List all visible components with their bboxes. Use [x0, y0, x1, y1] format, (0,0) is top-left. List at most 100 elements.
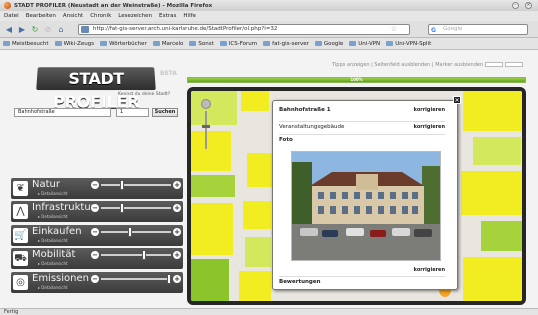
bookmark-star-icon[interactable]: ☆	[391, 25, 397, 34]
folder-icon	[54, 41, 62, 46]
criterion-2: 🛒 Einkaufen ▸ Detailansicht − +	[11, 225, 183, 246]
slider-track[interactable]	[101, 231, 171, 233]
korrigieren-link[interactable]: korrigieren	[414, 267, 445, 273]
forward-icon[interactable]: ▶	[17, 25, 27, 34]
bookmark-label: Google	[323, 40, 344, 47]
search-input[interactable]: G Google	[428, 24, 528, 35]
plus-icon[interactable]: +	[173, 251, 181, 259]
bookmark-label: ICS-Forum	[228, 40, 258, 47]
bookmark-meistbesucht[interactable]: Meistbesucht	[3, 41, 49, 47]
slider-thumb[interactable]	[166, 274, 171, 284]
criterion-1: ⋀ Infrastruktur ▸ Detailansicht − +	[11, 201, 183, 222]
leaf-icon: ❦	[13, 181, 28, 196]
beta-label: BETA	[160, 70, 177, 77]
menu-bookmarks[interactable]: Lesezeichen	[118, 13, 152, 19]
slider-thumb[interactable]	[128, 227, 133, 237]
menu-view[interactable]: Ansicht	[63, 13, 83, 19]
close-window-button[interactable]: ×	[525, 2, 532, 9]
weight-slider[interactable]: − +	[91, 274, 181, 284]
menu-tools[interactable]: Extras	[159, 13, 176, 19]
menu-history[interactable]: Chronik	[90, 13, 111, 19]
weight-slider[interactable]: − +	[91, 203, 181, 213]
slider-thumb[interactable]	[120, 180, 124, 190]
cart-icon: 🛒	[13, 228, 28, 243]
reload-icon[interactable]: ↻	[30, 25, 40, 34]
street-input[interactable]: Bahnhofstraße	[14, 108, 111, 117]
detail-link[interactable]: ▸ Detailansicht	[38, 191, 68, 196]
minus-icon[interactable]: −	[91, 181, 99, 189]
pan-rose-icon[interactable]	[201, 99, 211, 109]
minimize-button[interactable]: –	[512, 2, 519, 9]
bookmark-label: Wörterbücher	[109, 40, 147, 47]
weight-slider[interactable]: − +	[91, 250, 181, 260]
detail-link[interactable]: ▸ Detailansicht	[38, 261, 68, 266]
menu-file[interactable]: Datei	[4, 13, 19, 19]
slider-track[interactable]	[101, 254, 171, 256]
popup-foto-label: Foto	[279, 134, 445, 143]
search-button[interactable]: Suchen	[152, 108, 178, 117]
bookmark-uni-vpn[interactable]: Uni-VPN	[349, 41, 380, 47]
bookmarks-toolbar: Meistbesucht Wiki-Zeugs Wörterbücher Mar…	[0, 38, 538, 50]
detail-link[interactable]: ▸ Detailansicht	[38, 238, 68, 243]
close-icon[interactable]: ✕	[453, 96, 461, 104]
slider-track[interactable]	[101, 184, 171, 186]
detail-link[interactable]: ▸ Detailansicht	[38, 285, 68, 290]
menu-edit[interactable]: Bearbeiten	[26, 13, 56, 19]
photo-svg	[292, 152, 440, 260]
weight-slider[interactable]: − +	[91, 180, 181, 190]
slider-thumb[interactable]	[142, 250, 147, 260]
menu-help[interactable]: Hilfe	[183, 13, 196, 19]
weight-slider[interactable]: − +	[91, 227, 181, 237]
toggle-box[interactable]	[505, 62, 524, 67]
plus-icon[interactable]: +	[173, 204, 181, 212]
search-placeholder: Google	[443, 26, 463, 32]
bookmark-sonst[interactable]: Sonst	[189, 41, 214, 47]
zoom-slider-track[interactable]	[205, 111, 207, 149]
folder-icon	[349, 41, 357, 46]
bookmark-label: Wiki-Zeugs	[63, 40, 95, 47]
korrigieren-link[interactable]: korrigieren	[414, 124, 445, 130]
bookmark-google[interactable]: Google	[314, 40, 344, 47]
bookmark-wiki-zeugs[interactable]: Wiki-Zeugs	[54, 40, 95, 47]
map-view[interactable]: Bahnhofstraße 1 korrigieren Veranstaltun…	[187, 87, 526, 305]
status-bar: Fertig	[0, 308, 538, 315]
bookmark-marcelo[interactable]: Marcelo	[152, 41, 183, 47]
bookmark-label: Uni-VPN-Split	[395, 40, 432, 47]
zoom-slider-knob[interactable]	[202, 125, 210, 128]
plus-icon[interactable]: +	[173, 275, 181, 283]
road-icon: ⋀	[13, 204, 28, 219]
stop-icon[interactable]: ⊘	[43, 25, 53, 34]
slider-track[interactable]	[101, 207, 171, 209]
window-titlebar: STADT PROFILER (Neustadt an der Weinstra…	[0, 0, 538, 11]
minus-icon[interactable]: −	[91, 275, 99, 283]
toggle-box[interactable]	[485, 62, 504, 67]
bookmark-ics-forum[interactable]: ICS-Forum	[219, 40, 258, 47]
popup-bewertungen-label: Bewertungen	[279, 279, 321, 285]
site-icon	[81, 26, 89, 33]
house-number-input[interactable]: 1	[116, 108, 149, 117]
popup-title-row: Bahnhofstraße 1 korrigieren	[279, 107, 445, 113]
minus-icon[interactable]: −	[91, 228, 99, 236]
home-icon[interactable]: ⌂	[56, 25, 66, 34]
plus-icon[interactable]: +	[173, 228, 181, 236]
korrigieren-link[interactable]: korrigieren	[414, 107, 445, 113]
back-icon[interactable]: ◀	[4, 25, 14, 34]
zoom-control[interactable]	[201, 99, 211, 153]
stadtprofiler-logo: STADT PROFILER	[36, 67, 156, 112]
bookmark-fat-gis-server[interactable]: fat-gis-server	[263, 41, 309, 47]
minus-icon[interactable]: −	[91, 204, 99, 212]
minus-icon[interactable]: −	[91, 251, 99, 259]
top-links[interactable]: Tipps anzeigen | Seitenfeld ausblenden |…	[332, 62, 524, 68]
top-links-text[interactable]: Tipps anzeigen | Seitenfeld ausblenden |…	[332, 62, 483, 68]
bookmark-woerterbuecher[interactable]: Wörterbücher	[100, 41, 147, 47]
folder-icon	[152, 41, 160, 46]
slider-track[interactable]	[101, 278, 171, 280]
progress-label: 100%	[350, 77, 363, 82]
bookmark-uni-vpn-split[interactable]: Uni-VPN-Split	[386, 41, 431, 47]
detail-link[interactable]: ▸ Detailansicht	[38, 214, 68, 219]
slider-thumb[interactable]	[120, 203, 124, 213]
plus-icon[interactable]: +	[173, 181, 181, 189]
headphones-icon: ◎	[13, 275, 28, 290]
info-popup: Bahnhofstraße 1 korrigieren Veranstaltun…	[272, 100, 458, 290]
url-bar[interactable]: http://fat-gis-server.arch.uni-karlsruhe…	[78, 24, 410, 35]
